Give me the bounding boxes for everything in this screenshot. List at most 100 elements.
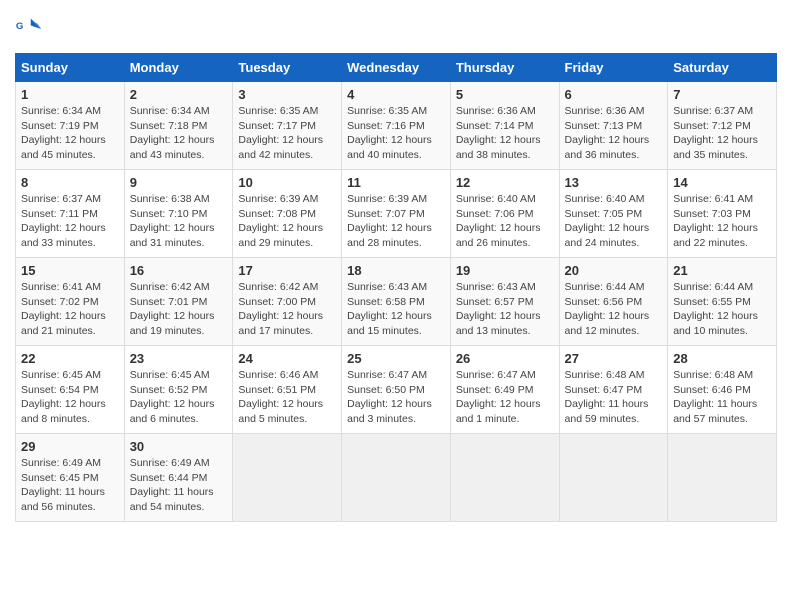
cell-info: Sunrise: 6:34 AMSunset: 7:19 PMDaylight:…: [21, 105, 106, 161]
weekday-header-thursday: Thursday: [450, 54, 559, 82]
calendar-cell: 26 Sunrise: 6:47 AMSunset: 6:49 PMDaylig…: [450, 346, 559, 434]
cell-info: Sunrise: 6:47 AMSunset: 6:50 PMDaylight:…: [347, 369, 432, 425]
calendar-cell: [342, 434, 451, 522]
cell-info: Sunrise: 6:36 AMSunset: 7:13 PMDaylight:…: [565, 105, 650, 161]
day-number: 17: [238, 263, 336, 278]
calendar-cell: 24 Sunrise: 6:46 AMSunset: 6:51 PMDaylig…: [233, 346, 342, 434]
cell-info: Sunrise: 6:41 AMSunset: 7:02 PMDaylight:…: [21, 281, 106, 337]
calendar-cell: [668, 434, 777, 522]
day-number: 9: [130, 175, 228, 190]
day-number: 6: [565, 87, 663, 102]
calendar-cell: 4 Sunrise: 6:35 AMSunset: 7:16 PMDayligh…: [342, 82, 451, 170]
day-number: 24: [238, 351, 336, 366]
cell-info: Sunrise: 6:44 AMSunset: 6:56 PMDaylight:…: [565, 281, 650, 337]
calendar-cell: [233, 434, 342, 522]
day-number: 14: [673, 175, 771, 190]
day-number: 19: [456, 263, 554, 278]
calendar-cell: 17 Sunrise: 6:42 AMSunset: 7:00 PMDaylig…: [233, 258, 342, 346]
cell-info: Sunrise: 6:37 AMSunset: 7:11 PMDaylight:…: [21, 193, 106, 249]
cell-info: Sunrise: 6:42 AMSunset: 7:00 PMDaylight:…: [238, 281, 323, 337]
cell-info: Sunrise: 6:48 AMSunset: 6:47 PMDaylight:…: [565, 369, 649, 425]
cell-info: Sunrise: 6:42 AMSunset: 7:01 PMDaylight:…: [130, 281, 215, 337]
calendar-cell: [559, 434, 668, 522]
cell-info: Sunrise: 6:41 AMSunset: 7:03 PMDaylight:…: [673, 193, 758, 249]
page-header: G: [15, 15, 777, 43]
svg-text:G: G: [16, 21, 23, 32]
calendar-cell: 25 Sunrise: 6:47 AMSunset: 6:50 PMDaylig…: [342, 346, 451, 434]
day-number: 28: [673, 351, 771, 366]
calendar-cell: 22 Sunrise: 6:45 AMSunset: 6:54 PMDaylig…: [16, 346, 125, 434]
calendar-cell: 29 Sunrise: 6:49 AMSunset: 6:45 PMDaylig…: [16, 434, 125, 522]
calendar-cell: 8 Sunrise: 6:37 AMSunset: 7:11 PMDayligh…: [16, 170, 125, 258]
cell-info: Sunrise: 6:47 AMSunset: 6:49 PMDaylight:…: [456, 369, 541, 425]
calendar-cell: 5 Sunrise: 6:36 AMSunset: 7:14 PMDayligh…: [450, 82, 559, 170]
cell-info: Sunrise: 6:35 AMSunset: 7:17 PMDaylight:…: [238, 105, 323, 161]
cell-info: Sunrise: 6:49 AMSunset: 6:45 PMDaylight:…: [21, 457, 105, 513]
day-number: 13: [565, 175, 663, 190]
day-number: 7: [673, 87, 771, 102]
cell-info: Sunrise: 6:38 AMSunset: 7:10 PMDaylight:…: [130, 193, 215, 249]
cell-info: Sunrise: 6:49 AMSunset: 6:44 PMDaylight:…: [130, 457, 214, 513]
cell-info: Sunrise: 6:34 AMSunset: 7:18 PMDaylight:…: [130, 105, 215, 161]
calendar-week-row: 22 Sunrise: 6:45 AMSunset: 6:54 PMDaylig…: [16, 346, 777, 434]
weekday-header-sunday: Sunday: [16, 54, 125, 82]
cell-info: Sunrise: 6:39 AMSunset: 7:08 PMDaylight:…: [238, 193, 323, 249]
day-number: 4: [347, 87, 445, 102]
cell-info: Sunrise: 6:43 AMSunset: 6:58 PMDaylight:…: [347, 281, 432, 337]
day-number: 18: [347, 263, 445, 278]
weekday-header-saturday: Saturday: [668, 54, 777, 82]
cell-info: Sunrise: 6:45 AMSunset: 6:52 PMDaylight:…: [130, 369, 215, 425]
calendar-table: SundayMondayTuesdayWednesdayThursdayFrid…: [15, 53, 777, 522]
logo: G: [15, 15, 47, 43]
day-number: 25: [347, 351, 445, 366]
calendar-cell: 19 Sunrise: 6:43 AMSunset: 6:57 PMDaylig…: [450, 258, 559, 346]
day-number: 11: [347, 175, 445, 190]
cell-info: Sunrise: 6:48 AMSunset: 6:46 PMDaylight:…: [673, 369, 757, 425]
calendar-cell: 21 Sunrise: 6:44 AMSunset: 6:55 PMDaylig…: [668, 258, 777, 346]
cell-info: Sunrise: 6:44 AMSunset: 6:55 PMDaylight:…: [673, 281, 758, 337]
day-number: 1: [21, 87, 119, 102]
calendar-cell: 30 Sunrise: 6:49 AMSunset: 6:44 PMDaylig…: [124, 434, 233, 522]
calendar-cell: 3 Sunrise: 6:35 AMSunset: 7:17 PMDayligh…: [233, 82, 342, 170]
day-number: 16: [130, 263, 228, 278]
calendar-cell: 2 Sunrise: 6:34 AMSunset: 7:18 PMDayligh…: [124, 82, 233, 170]
cell-info: Sunrise: 6:43 AMSunset: 6:57 PMDaylight:…: [456, 281, 541, 337]
day-number: 12: [456, 175, 554, 190]
calendar-cell: 9 Sunrise: 6:38 AMSunset: 7:10 PMDayligh…: [124, 170, 233, 258]
day-number: 27: [565, 351, 663, 366]
day-number: 22: [21, 351, 119, 366]
calendar-cell: 15 Sunrise: 6:41 AMSunset: 7:02 PMDaylig…: [16, 258, 125, 346]
general-blue-logo-icon: G: [15, 15, 43, 43]
day-number: 26: [456, 351, 554, 366]
weekday-header-row: SundayMondayTuesdayWednesdayThursdayFrid…: [16, 54, 777, 82]
calendar-week-row: 15 Sunrise: 6:41 AMSunset: 7:02 PMDaylig…: [16, 258, 777, 346]
calendar-cell: [450, 434, 559, 522]
cell-info: Sunrise: 6:35 AMSunset: 7:16 PMDaylight:…: [347, 105, 432, 161]
weekday-header-friday: Friday: [559, 54, 668, 82]
day-number: 21: [673, 263, 771, 278]
cell-info: Sunrise: 6:45 AMSunset: 6:54 PMDaylight:…: [21, 369, 106, 425]
calendar-cell: 6 Sunrise: 6:36 AMSunset: 7:13 PMDayligh…: [559, 82, 668, 170]
cell-info: Sunrise: 6:46 AMSunset: 6:51 PMDaylight:…: [238, 369, 323, 425]
calendar-week-row: 1 Sunrise: 6:34 AMSunset: 7:19 PMDayligh…: [16, 82, 777, 170]
day-number: 8: [21, 175, 119, 190]
cell-info: Sunrise: 6:39 AMSunset: 7:07 PMDaylight:…: [347, 193, 432, 249]
calendar-cell: 23 Sunrise: 6:45 AMSunset: 6:52 PMDaylig…: [124, 346, 233, 434]
calendar-cell: 7 Sunrise: 6:37 AMSunset: 7:12 PMDayligh…: [668, 82, 777, 170]
weekday-header-monday: Monday: [124, 54, 233, 82]
calendar-cell: 12 Sunrise: 6:40 AMSunset: 7:06 PMDaylig…: [450, 170, 559, 258]
calendar-cell: 20 Sunrise: 6:44 AMSunset: 6:56 PMDaylig…: [559, 258, 668, 346]
calendar-cell: 1 Sunrise: 6:34 AMSunset: 7:19 PMDayligh…: [16, 82, 125, 170]
calendar-cell: 27 Sunrise: 6:48 AMSunset: 6:47 PMDaylig…: [559, 346, 668, 434]
cell-info: Sunrise: 6:37 AMSunset: 7:12 PMDaylight:…: [673, 105, 758, 161]
calendar-cell: 13 Sunrise: 6:40 AMSunset: 7:05 PMDaylig…: [559, 170, 668, 258]
day-number: 20: [565, 263, 663, 278]
day-number: 29: [21, 439, 119, 454]
calendar-cell: 14 Sunrise: 6:41 AMSunset: 7:03 PMDaylig…: [668, 170, 777, 258]
calendar-cell: 10 Sunrise: 6:39 AMSunset: 7:08 PMDaylig…: [233, 170, 342, 258]
weekday-header-wednesday: Wednesday: [342, 54, 451, 82]
calendar-cell: 11 Sunrise: 6:39 AMSunset: 7:07 PMDaylig…: [342, 170, 451, 258]
cell-info: Sunrise: 6:40 AMSunset: 7:06 PMDaylight:…: [456, 193, 541, 249]
day-number: 15: [21, 263, 119, 278]
day-number: 30: [130, 439, 228, 454]
